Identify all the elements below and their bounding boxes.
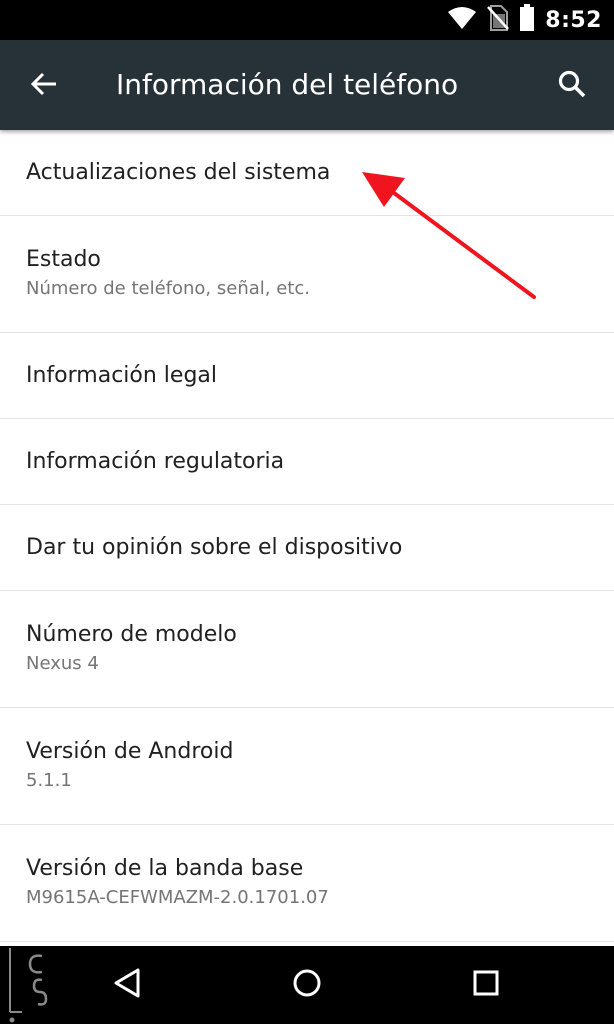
- item-summary: M9615A-CEFWMAZM-2.0.1701.07: [26, 887, 329, 908]
- nav-home-icon: [291, 967, 323, 1003]
- settings-screen: 8:52 Información del teléfono Actualizac…: [0, 0, 614, 1024]
- search-button[interactable]: [548, 62, 596, 110]
- nav-back-icon: [112, 967, 144, 1003]
- item-title: Información regulatoria: [26, 448, 285, 474]
- nav-recents-icon: [471, 968, 501, 1002]
- nav-home-button[interactable]: [281, 959, 333, 1011]
- item-title: Número de modelo: [26, 622, 237, 647]
- search-icon: [557, 69, 587, 103]
- list-item-baseband-version[interactable]: Versión de la banda base M9615A-CEFWMAZM…: [0, 825, 614, 942]
- status-icons: 8:52: [447, 0, 602, 40]
- navigation-bar: [0, 946, 614, 1024]
- no-sim-icon: [487, 5, 510, 35]
- item-summary: Número de teléfono, señal, etc.: [26, 278, 310, 299]
- nav-recents-button[interactable]: [460, 959, 512, 1011]
- list-item-legal-info[interactable]: Información legal: [0, 333, 614, 419]
- list-item-model-number[interactable]: Número de modelo Nexus 4: [0, 591, 614, 708]
- item-title: Versión de la banda base: [26, 856, 304, 881]
- item-title: Dar tu opinión sobre el dispositivo: [26, 534, 403, 560]
- page-title: Información del teléfono: [116, 68, 459, 101]
- status-time: 8:52: [545, 7, 602, 33]
- wifi-icon: [447, 6, 477, 34]
- app-bar: Información del teléfono: [0, 40, 614, 130]
- list-item-system-updates[interactable]: Actualizaciones del sistema: [0, 130, 614, 216]
- list-item-status[interactable]: Estado Número de teléfono, señal, etc.: [0, 216, 614, 333]
- list-item-device-feedback[interactable]: Dar tu opinión sobre el dispositivo: [0, 505, 614, 591]
- list-item-regulatory-info[interactable]: Información regulatoria: [0, 419, 614, 505]
- status-bar: 8:52: [0, 0, 614, 40]
- item-title: Estado: [26, 247, 101, 272]
- item-title: Información legal: [26, 362, 218, 388]
- item-title: Actualizaciones del sistema: [26, 159, 331, 185]
- item-summary: 5.1.1: [26, 770, 72, 791]
- item-title: Versión de Android: [26, 739, 234, 764]
- back-button[interactable]: [20, 62, 68, 110]
- battery-icon: [519, 4, 535, 36]
- settings-list: Actualizaciones del sistema Estado Númer…: [0, 130, 614, 942]
- arrow-back-icon: [30, 70, 58, 102]
- item-summary: Nexus 4: [26, 653, 99, 674]
- nav-back-button[interactable]: [102, 959, 154, 1011]
- list-item-android-version[interactable]: Versión de Android 5.1.1: [0, 708, 614, 825]
